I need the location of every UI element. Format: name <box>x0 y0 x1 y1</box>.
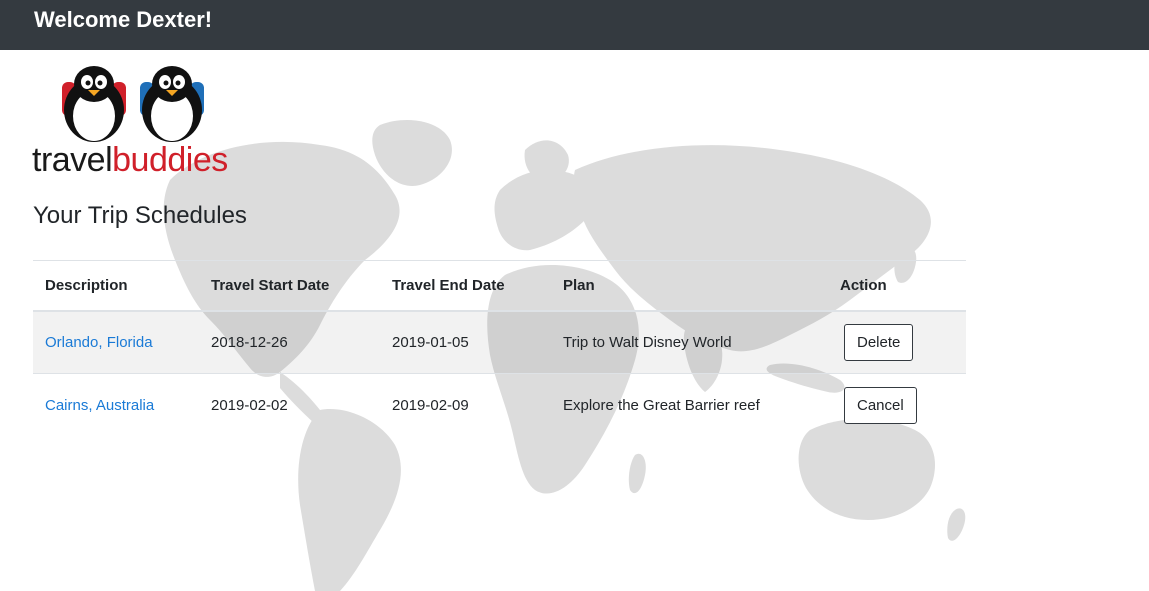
table-row: Cairns, Australia 2019-02-02 2019-02-09 … <box>33 373 966 437</box>
column-header-start-date: Travel Start Date <box>199 260 380 312</box>
trip-description-cell: Cairns, Australia <box>33 373 199 437</box>
column-header-end-date: Travel End Date <box>380 260 551 312</box>
trip-start-date: 2018-12-26 <box>199 310 380 374</box>
trip-action-cell: Cancel <box>828 373 966 437</box>
column-header-description: Description <box>33 260 199 312</box>
delete-trip-button[interactable]: Delete <box>844 323 914 361</box>
trip-description-cell: Orlando, Florida <box>33 310 199 374</box>
welcome-message: Welcome Dexter! <box>34 7 213 32</box>
cancel-trip-button[interactable]: Cancel <box>844 386 917 424</box>
trip-end-date: 2019-01-05 <box>380 310 551 374</box>
logo-text-buddies: buddies <box>112 141 228 179</box>
trip-link-cairns[interactable]: Cairns, Australia <box>45 397 154 414</box>
table-row: Orlando, Florida 2018-12-26 2019-01-05 T… <box>33 310 966 374</box>
logo-text-travel: travel <box>32 141 113 179</box>
column-header-action: Action <box>828 260 966 312</box>
column-header-plan: Plan <box>551 260 828 312</box>
trip-start-date: 2019-02-02 <box>199 373 380 437</box>
trip-plan: Trip to Walt Disney World <box>551 310 828 374</box>
trip-end-date: 2019-02-09 <box>380 373 551 437</box>
new-zealand-shape <box>947 508 966 541</box>
madagascar-shape <box>628 453 646 494</box>
page-title: Your Trip Schedules <box>33 202 247 229</box>
penguins-icon <box>62 66 204 142</box>
logo-wordmark: travelbuddies <box>32 142 228 178</box>
trip-plan: Explore the Great Barrier reef <box>551 373 828 437</box>
travelbuddies-logo[interactable]: travelbuddies <box>32 62 237 180</box>
greenland-shape <box>372 120 452 186</box>
top-navbar: Welcome Dexter! <box>0 0 1149 50</box>
trip-schedules-table: Description Travel Start Date Travel End… <box>33 260 966 437</box>
trip-action-cell: Delete <box>828 310 966 374</box>
table-header-row: Description Travel Start Date Travel End… <box>33 260 966 312</box>
trip-link-orlando[interactable]: Orlando, Florida <box>45 334 153 351</box>
